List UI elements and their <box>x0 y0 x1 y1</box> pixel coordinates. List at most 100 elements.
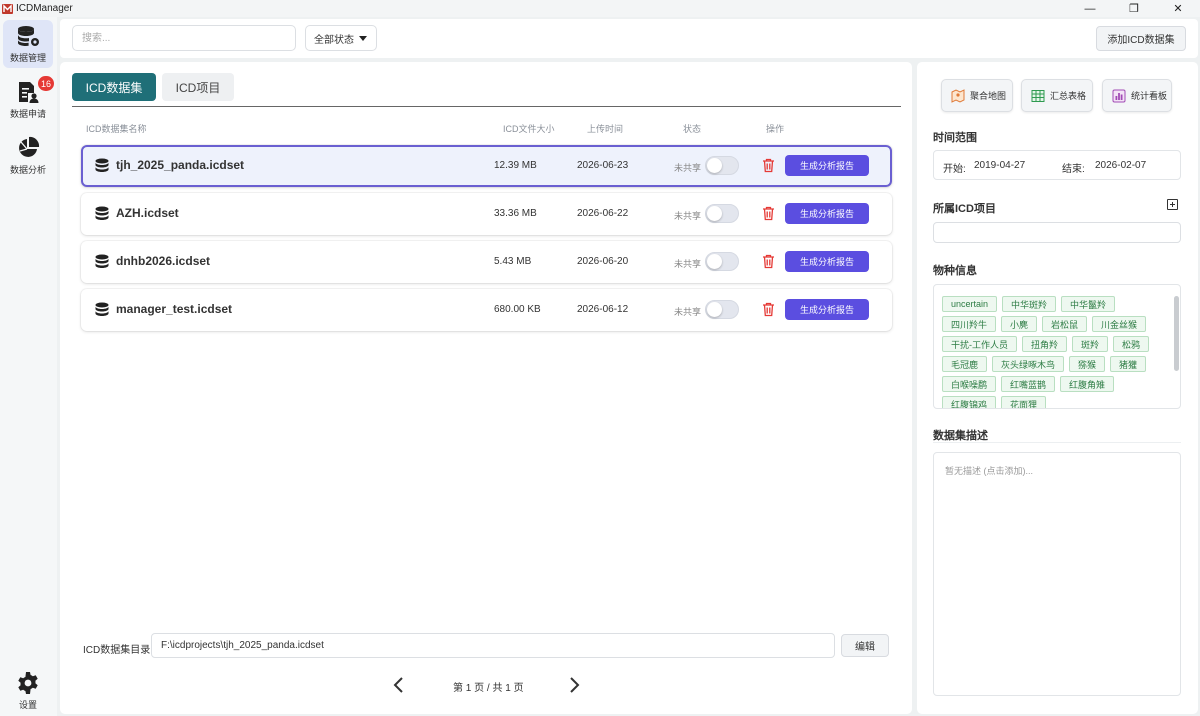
nav-item-data-analysis[interactable]: 数据分析 <box>3 132 53 180</box>
nav-label: 数据管理 <box>9 53 46 63</box>
trash-icon[interactable] <box>762 302 775 317</box>
generate-report-button[interactable]: 生成分析报告 <box>785 251 869 272</box>
minimize-button[interactable]: — <box>1068 0 1112 17</box>
project-title: 所属ICD项目 <box>933 203 996 215</box>
dataset-name: dnhb2026.icdset <box>116 254 211 268</box>
details-panel: 聚合地图 汇总表格 统计看板 时间范围 开始: 2019-04-27 结束: 2… <box>917 62 1198 714</box>
species-chip[interactable]: 岩松鼠 <box>1042 316 1088 332</box>
description-field[interactable]: 暂无描述 (点击添加)... <box>933 452 1181 696</box>
share-status: 未共享 <box>674 307 702 317</box>
stats-dashboard-button[interactable]: 统计看板 <box>1102 79 1172 112</box>
directory-field[interactable] <box>151 633 835 658</box>
aggregate-map-button[interactable]: 聚合地图 <box>941 79 1013 112</box>
dataset-size: 33.36 MB <box>494 208 537 219</box>
nav-label: 设置 <box>18 700 37 710</box>
caret-down-icon <box>359 36 367 41</box>
chevron-right-icon[interactable] <box>566 676 582 694</box>
database-icon <box>95 206 109 220</box>
dataset-panel: ICD数据集 ICD项目 ICD数据集名称 ICD文件大小 上传时间 状态 操作… <box>60 62 912 714</box>
start-date: 2019-04-27 <box>974 160 1026 171</box>
tab-icd-projects[interactable]: ICD项目 <box>162 73 234 101</box>
trash-icon[interactable] <box>762 206 775 221</box>
chevron-left-icon[interactable] <box>391 676 407 694</box>
species-chip[interactable]: 干扰-工作人员 <box>942 336 1017 352</box>
species-chip[interactable]: 扭角羚 <box>1022 336 1068 352</box>
species-chip[interactable]: 白喉噪鹛 <box>942 376 997 392</box>
nav-item-data-management[interactable]: 数据管理 <box>3 20 53 68</box>
directory-label: ICD数据集目录 <box>83 645 151 656</box>
species-chip[interactable]: 花面狸 <box>1001 396 1047 408</box>
summary-table-button[interactable]: 汇总表格 <box>1021 79 1093 112</box>
pie-chart-icon <box>19 136 40 157</box>
toolbar: 全部状态 添加ICD数据集 <box>60 19 1198 58</box>
divider <box>933 442 1181 443</box>
start-label: 开始: <box>943 164 966 175</box>
toggle-knob <box>707 302 722 317</box>
species-chip[interactable]: 灰头绿啄木鸟 <box>992 356 1065 372</box>
description-title: 数据集描述 <box>933 430 988 442</box>
trash-icon[interactable] <box>762 158 775 173</box>
species-chip-list: uncertain 中华斑羚 中华鬣羚四川羚牛 小麂 岩松鼠 川金丝猴干扰-工作人员 扭角羚… <box>942 296 1170 408</box>
add-project-icon[interactable] <box>1167 199 1178 210</box>
generate-report-button[interactable]: 生成分析报告 <box>785 299 869 320</box>
species-chip[interactable]: 猕猴 <box>1069 356 1106 372</box>
tab-icd-datasets[interactable]: ICD数据集 <box>72 73 156 101</box>
tab-divider <box>72 106 901 107</box>
species-chip[interactable]: 松鸦 <box>1113 336 1150 352</box>
scrollbar[interactable] <box>1174 296 1179 371</box>
end-label: 结束: <box>1062 164 1085 175</box>
edit-directory-button[interactable]: 编辑 <box>841 634 889 657</box>
bar-chart-icon <box>1112 89 1126 102</box>
request-person-icon <box>19 82 39 103</box>
share-toggle[interactable] <box>705 204 739 223</box>
table-row[interactable]: manager_test.icdset 680.00 KB 2026-06-12… <box>81 289 892 331</box>
share-status: 未共享 <box>674 211 702 221</box>
share-toggle[interactable] <box>705 252 739 271</box>
dataset-date: 2026-06-20 <box>577 256 629 267</box>
species-chip[interactable]: 小麂 <box>1001 316 1038 332</box>
column-header-date: 上传时间 <box>587 124 624 134</box>
project-select[interactable] <box>933 222 1181 243</box>
generate-report-button[interactable]: 生成分析报告 <box>785 155 869 176</box>
maximize-button[interactable]: ❐ <box>1112 0 1156 17</box>
dataset-name: AZH.icdset <box>116 206 179 220</box>
nav-label: 数据申请 <box>9 109 46 119</box>
time-range-box: 开始: 2019-04-27 结束: 2026-02-07 <box>933 150 1181 180</box>
nav-label: 数据分析 <box>9 165 46 175</box>
app-title: ICDManager <box>16 3 73 14</box>
table-row[interactable]: AZH.icdset 33.36 MB 2026-06-22 未共享 生成分析报… <box>81 193 892 235</box>
app-logo-icon <box>2 4 13 14</box>
species-chip[interactable]: 红腹锦鸡 <box>942 396 997 408</box>
add-dataset-button[interactable]: 添加ICD数据集 <box>1096 26 1186 51</box>
column-header-status: 状态 <box>683 124 702 134</box>
gear-icon <box>18 672 38 694</box>
generate-report-button[interactable]: 生成分析报告 <box>785 203 869 224</box>
map-icon <box>951 88 965 103</box>
table-row[interactable]: dnhb2026.icdset 5.43 MB 2026-06-20 未共享 生… <box>81 241 892 283</box>
species-chip[interactable]: 中华斑羚 <box>1002 296 1057 312</box>
dataset-name: manager_test.icdset <box>116 302 233 316</box>
status-filter-select[interactable]: 全部状态 <box>305 25 377 51</box>
nav-item-settings[interactable]: 设置 <box>3 667 53 715</box>
toggle-knob <box>707 254 722 269</box>
species-chip[interactable]: uncertain <box>942 296 998 312</box>
share-toggle[interactable] <box>705 300 739 319</box>
toggle-knob <box>707 206 722 221</box>
close-button[interactable]: ✕ <box>1156 0 1200 17</box>
species-chip[interactable]: 红腹角雉 <box>1060 376 1115 392</box>
database-icon <box>95 254 109 268</box>
species-chip[interactable]: 斑羚 <box>1072 336 1109 352</box>
share-toggle[interactable] <box>705 156 739 175</box>
search-input[interactable] <box>72 25 296 51</box>
species-chip[interactable]: 四川羚牛 <box>942 316 997 332</box>
species-chip[interactable]: 中华鬣羚 <box>1061 296 1116 312</box>
species-chip[interactable]: 猪獾 <box>1110 356 1147 372</box>
trash-icon[interactable] <box>762 254 775 269</box>
column-header-name: ICD数据集名称 <box>86 124 147 134</box>
time-range-title: 时间范围 <box>933 132 977 144</box>
dataset-date: 2026-06-22 <box>577 208 629 219</box>
species-chip[interactable]: 川金丝猴 <box>1092 316 1147 332</box>
species-chip[interactable]: 红嘴蓝鹊 <box>1001 376 1056 392</box>
table-row[interactable]: tjh_2025_panda.icdset 12.39 MB 2026-06-2… <box>81 145 892 187</box>
species-chip[interactable]: 毛冠鹿 <box>942 356 988 372</box>
